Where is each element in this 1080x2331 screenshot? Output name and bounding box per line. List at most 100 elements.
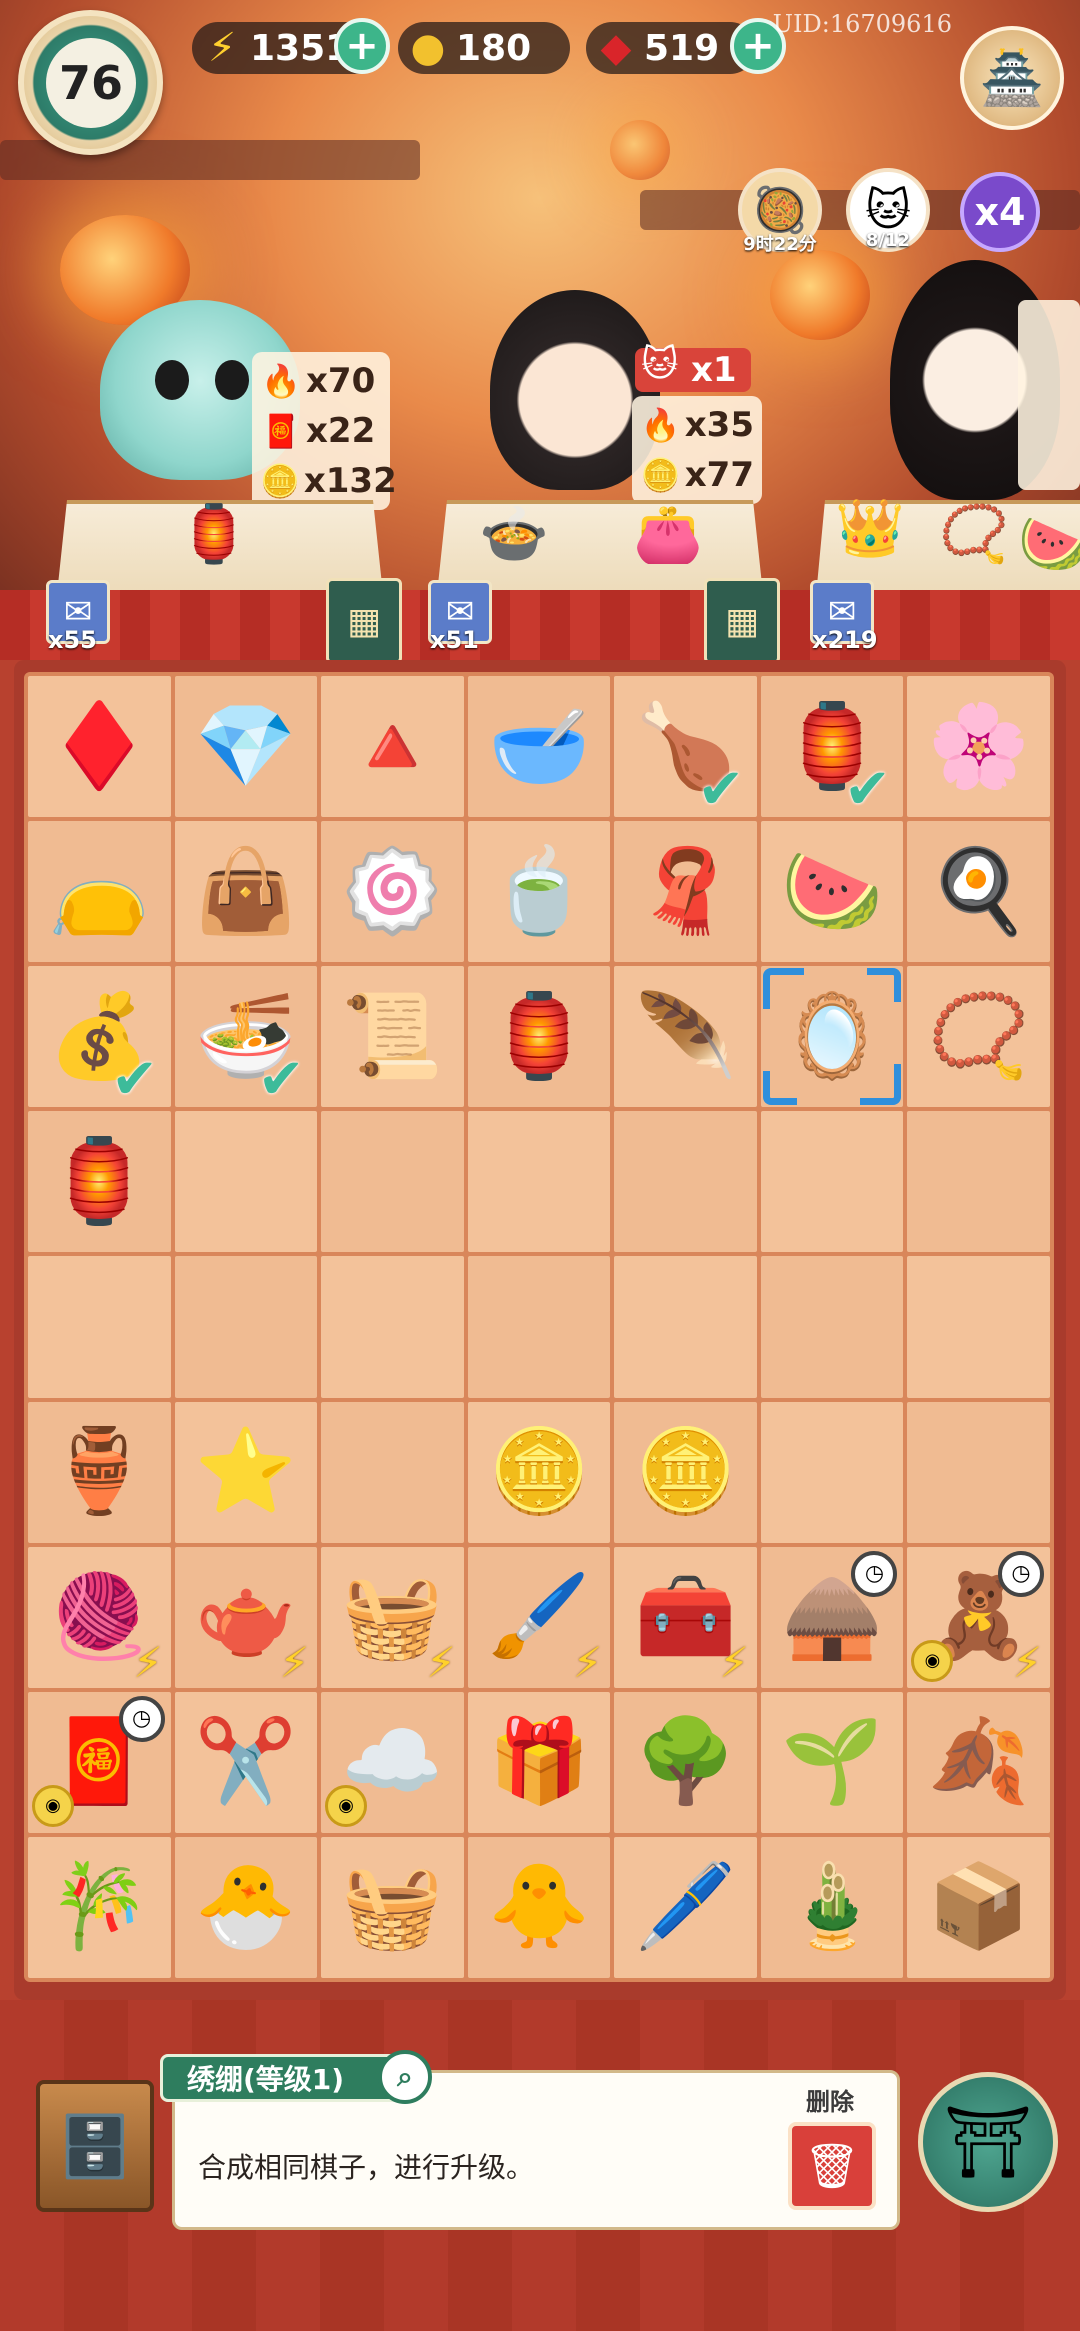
- selection-corner: [867, 968, 902, 1003]
- board-item-chicks-nest-2[interactable]: 🐥: [467, 1836, 611, 1978]
- lantern-order[interactable]: 🏮: [170, 490, 258, 578]
- board-item-mung-bean-soup[interactable]: 🍵: [467, 821, 611, 963]
- board-item-red-gem-3[interactable]: 🔺: [321, 676, 464, 818]
- board-item-jewel-chest-generator[interactable]: 🧰 ⚡: [614, 1546, 757, 1688]
- board-item-scissors[interactable]: ✂️: [174, 1691, 318, 1833]
- shop-button[interactable]: 🏯: [960, 26, 1064, 130]
- board-item-loom-generator[interactable]: 🧶 ⚡: [28, 1546, 171, 1688]
- board-item-small-pouch[interactable]: 💰 ✔: [28, 966, 171, 1113]
- board-item-blue-scarf[interactable]: 🧣: [614, 821, 757, 963]
- board-cell-empty[interactable]: [467, 1111, 611, 1253]
- delete-label: 删除: [806, 2088, 854, 2116]
- board-item-red-gem-2[interactable]: 💎: [174, 676, 318, 818]
- board-item-fried-egg[interactable]: 🍳: [907, 821, 1050, 963]
- board-item-coin-tree[interactable]: 🌳: [614, 1691, 757, 1833]
- board-item-jade-feather[interactable]: 🪶: [614, 966, 757, 1108]
- board-item-cloud-jade[interactable]: ☁️ ◉: [321, 1691, 464, 1833]
- checkmark-icon: ✔: [111, 1047, 159, 1113]
- board-cell-empty[interactable]: [321, 1111, 464, 1253]
- board-item-dumpling-soup[interactable]: 🥣: [467, 676, 611, 818]
- board-item-chicken-coop-generator[interactable]: 🛖 ◷: [760, 1546, 904, 1688]
- red-gem-3-icon: 🔺: [341, 698, 444, 794]
- bracelet-order[interactable]: 📿: [930, 490, 1018, 578]
- coin-icon: 🪙: [260, 462, 300, 500]
- board-item-ruler-brush[interactable]: 🖊️: [614, 1836, 757, 1978]
- board-cell-empty[interactable]: [907, 1111, 1050, 1253]
- fruit-order[interactable]: 🍉: [1018, 500, 1080, 588]
- energy-bolt-icon: ⚡: [133, 1637, 163, 1687]
- cat-reward-box: 🔥 x70 🧧 x22 🪙 x132: [252, 352, 397, 510]
- pink-cake-icon: 🍥: [341, 843, 444, 939]
- board-item-silk-scroll[interactable]: 📜: [321, 966, 464, 1108]
- gold-leaves-icon: 🍂: [927, 1714, 1030, 1810]
- board-cell-empty[interactable]: [467, 1256, 611, 1398]
- gold-hairpin-icon: 🌸: [927, 698, 1030, 794]
- board-item-gold-sprout[interactable]: 🌱: [760, 1691, 904, 1833]
- board-cell-empty[interactable]: [28, 1256, 171, 1398]
- ticket-icon[interactable]: ▦: [326, 578, 402, 660]
- board-item-gold-leaves[interactable]: 🍂: [907, 1691, 1050, 1833]
- board-cell-empty[interactable]: [907, 1256, 1050, 1398]
- board-item-fortune-god-generator[interactable]: 🧸 ⚡ ◷ ◉: [907, 1546, 1050, 1688]
- board-item-gold-hairpin[interactable]: 🌸: [907, 676, 1050, 818]
- board-item-gold-ingot-bag[interactable]: 🎁: [467, 1691, 611, 1833]
- reward-amount: x132: [303, 461, 397, 501]
- board-item-gold-bracelet[interactable]: 📿: [907, 966, 1050, 1108]
- board-item-teapot-generator[interactable]: 🫖 ⚡: [174, 1546, 318, 1688]
- board-cell-empty[interactable]: [321, 1256, 464, 1398]
- scroll-count: x219: [812, 626, 878, 654]
- board-item-coin-single[interactable]: 🪙: [467, 1401, 611, 1543]
- wooden-box-icon: 📦: [927, 1859, 1030, 1955]
- board-item-roast-chicken[interactable]: 🍗 ✔: [614, 676, 757, 818]
- crown-order[interactable]: 👑: [826, 484, 914, 572]
- magnifier-icon[interactable]: ⌕: [378, 2050, 432, 2104]
- board-item-bamboo[interactable]: 🎋: [28, 1836, 171, 1978]
- board-item-energy-gourd[interactable]: 🏺: [28, 1401, 171, 1543]
- board-item-chicks-nest-1[interactable]: 🐣: [174, 1836, 318, 1978]
- multiplier-button[interactable]: x4: [960, 172, 1040, 252]
- soup-order[interactable]: 🍲: [470, 490, 558, 578]
- add-energy-button[interactable]: +: [334, 18, 390, 74]
- board-item-wooden-box[interactable]: 📦: [907, 1836, 1050, 1978]
- player-level-badge[interactable]: 76: [18, 10, 163, 155]
- board-item-brush-generator[interactable]: 🖌️ ⚡: [467, 1546, 611, 1688]
- delete-button[interactable]: 🗑: [788, 2122, 876, 2210]
- board-item-coin-pair[interactable]: 🪙: [614, 1401, 757, 1543]
- board-cell-empty[interactable]: [614, 1256, 757, 1398]
- board-cell-empty[interactable]: [614, 1111, 757, 1253]
- timer-icon: ◷: [997, 1550, 1044, 1597]
- reward-row: 🔥 x70: [260, 356, 382, 406]
- pouch-order[interactable]: 👛: [624, 490, 712, 578]
- embroidery-hoop-icon: 🪞: [781, 988, 884, 1084]
- ticket-icon[interactable]: ▦: [704, 578, 780, 660]
- cat-eye: [215, 360, 249, 400]
- board-item-chrysanthemum-bowl[interactable]: 🍜 ✔: [174, 966, 318, 1108]
- board-item-pink-cake[interactable]: 🍥: [321, 821, 464, 963]
- board-item-woven-basket[interactable]: 🧺: [321, 1836, 464, 1978]
- coin-counter: ● 180: [398, 22, 570, 74]
- storage-cabinet-button[interactable]: 🗄️: [36, 2080, 154, 2212]
- board-cell-empty[interactable]: [321, 1401, 464, 1543]
- board-cell-empty[interactable]: [174, 1256, 318, 1398]
- board-cell-empty[interactable]: [760, 1401, 904, 1543]
- board-item-red-envelope-box[interactable]: 🧧 ◷ ◉: [28, 1691, 171, 1833]
- board-item-fruit-platter[interactable]: 🍉: [760, 821, 904, 963]
- board-item-red-gem-1[interactable]: ♦️: [28, 676, 171, 818]
- fire-orb-icon: 🔥: [640, 406, 681, 444]
- board-item-palace-lantern[interactable]: 🏮 ✔: [760, 676, 904, 818]
- board-item-hanging-lantern[interactable]: 🏮: [28, 1111, 171, 1253]
- board-item-bamboo-slips[interactable]: 🎍: [760, 1836, 904, 1978]
- user-id: UID:16709616: [772, 10, 952, 38]
- board-cell-empty[interactable]: [907, 1401, 1050, 1543]
- board-item-embroidered-bag[interactable]: 👜: [174, 821, 318, 963]
- board-item-star-gems[interactable]: ⭐: [174, 1401, 318, 1543]
- board-item-embroidery-hoop[interactable]: 🪞: [760, 966, 904, 1108]
- wok-icon: 🥘: [752, 185, 808, 236]
- board-item-paper-lantern[interactable]: 🏮: [467, 966, 611, 1108]
- board-item-food-box-generator[interactable]: 🧺 ⚡: [321, 1546, 464, 1688]
- board-item-purple-pouch[interactable]: 👝: [28, 821, 171, 963]
- board-cell-empty[interactable]: [174, 1111, 318, 1253]
- board-cell-empty[interactable]: [760, 1256, 904, 1398]
- pavilion-button[interactable]: ⛩: [918, 2072, 1058, 2212]
- board-cell-empty[interactable]: [760, 1111, 904, 1253]
